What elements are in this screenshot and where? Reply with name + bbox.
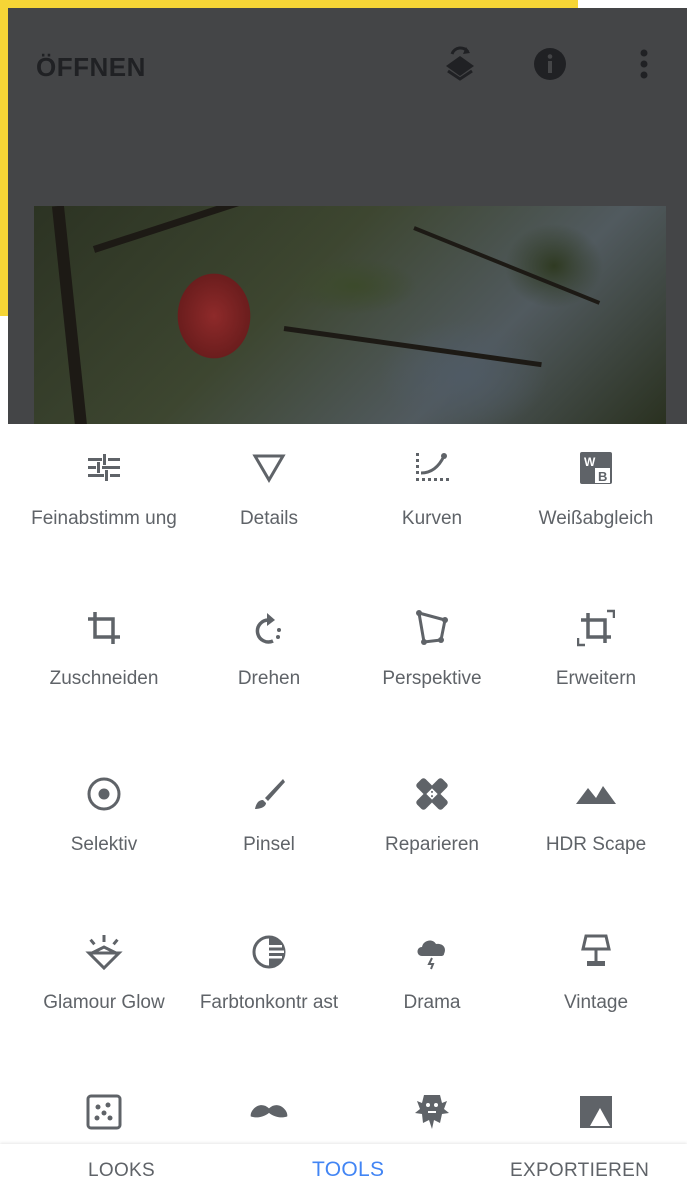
retrolux-mustache-icon bbox=[249, 1092, 289, 1132]
tool-glamour-glow[interactable]: Glamour Glow bbox=[18, 932, 190, 1015]
perspective-icon bbox=[412, 608, 452, 648]
rotate-icon bbox=[249, 608, 289, 648]
image-preview-area: ÖFFNEN bbox=[8, 8, 687, 424]
tool-healing[interactable]: Reparieren bbox=[346, 774, 518, 857]
layers-undo-icon[interactable] bbox=[442, 46, 478, 82]
tool-label: Perspektive bbox=[382, 668, 482, 689]
tool-crop[interactable]: Zuschneiden bbox=[18, 608, 190, 691]
tool-label: Drehen bbox=[237, 668, 301, 689]
tab-tools[interactable]: TOOLS bbox=[312, 1158, 384, 1182]
tool-label: Vintage bbox=[563, 992, 629, 1013]
tune-icon bbox=[84, 448, 124, 488]
tool-grunge[interactable] bbox=[346, 1092, 518, 1132]
healing-icon bbox=[412, 774, 452, 814]
tool-curves[interactable]: Kurven bbox=[346, 448, 518, 531]
more-vert-icon[interactable] bbox=[626, 46, 662, 82]
drama-cloud-icon bbox=[412, 932, 452, 972]
tool-label: Feinabstimm ung bbox=[31, 508, 177, 529]
tool-label: Farbtonkontr ast bbox=[199, 992, 339, 1013]
expand-icon bbox=[576, 608, 616, 648]
tool-black-white[interactable] bbox=[510, 1092, 682, 1132]
photo-preview bbox=[34, 206, 666, 424]
tool-label: HDR Scape bbox=[545, 834, 647, 855]
tool-vintage[interactable]: Vintage bbox=[510, 932, 682, 1015]
tool-drama[interactable]: Drama bbox=[346, 932, 518, 1015]
tool-label: Erweitern bbox=[555, 668, 637, 689]
open-button[interactable]: ÖFFNEN bbox=[36, 52, 146, 83]
tool-brush[interactable]: Pinsel bbox=[183, 774, 355, 857]
svg-text:W: W bbox=[584, 455, 596, 469]
grainy-film-icon bbox=[84, 1092, 124, 1132]
tools-grid: Feinabstimm ung Details Kurven W B Weißa… bbox=[0, 424, 687, 1144]
tool-label: Zuschneiden bbox=[49, 668, 159, 689]
tool-tonal-contrast[interactable]: Farbtonkontr ast bbox=[183, 932, 355, 1015]
tool-hdr-scape[interactable]: HDR Scape bbox=[510, 774, 682, 857]
tab-export[interactable]: EXPORTIEREN bbox=[510, 1160, 649, 1182]
selective-icon bbox=[84, 774, 124, 814]
black-white-icon bbox=[576, 1092, 616, 1132]
tonal-contrast-icon bbox=[249, 932, 289, 972]
tab-looks[interactable]: LOOKS bbox=[88, 1160, 155, 1182]
brush-icon bbox=[249, 774, 289, 814]
tool-label: Drama bbox=[403, 992, 461, 1013]
grunge-icon bbox=[412, 1092, 452, 1132]
highlight-edge bbox=[0, 296, 8, 316]
hdr-mountains-icon bbox=[576, 774, 616, 814]
tool-label: Reparieren bbox=[385, 834, 479, 855]
tool-label: Selektiv bbox=[70, 834, 138, 855]
vintage-lamp-icon bbox=[576, 932, 616, 972]
curves-icon bbox=[412, 448, 452, 488]
info-icon[interactable] bbox=[532, 46, 568, 82]
tool-expand[interactable]: Erweitern bbox=[510, 608, 682, 691]
tool-label: Weißabgleich bbox=[538, 508, 654, 529]
tool-details[interactable]: Details bbox=[183, 448, 355, 531]
crop-icon bbox=[84, 608, 124, 648]
tool-label: Kurven bbox=[401, 508, 463, 529]
tool-selective[interactable]: Selektiv bbox=[18, 774, 190, 857]
svg-text:B: B bbox=[598, 469, 607, 484]
bottom-navigation: LOOKS TOOLS EXPORTIEREN bbox=[0, 1144, 687, 1200]
tool-tune[interactable]: Feinabstimm ung bbox=[18, 448, 190, 531]
white-balance-icon: W B bbox=[576, 448, 616, 488]
tool-white-balance[interactable]: W B Weißabgleich bbox=[510, 448, 682, 531]
tool-label: Details bbox=[239, 508, 299, 529]
tool-grainy-film[interactable] bbox=[18, 1092, 190, 1132]
tool-retrolux[interactable] bbox=[183, 1092, 355, 1132]
glamour-glow-icon bbox=[84, 932, 124, 972]
tool-label: Pinsel bbox=[243, 834, 295, 855]
tool-label: Glamour Glow bbox=[43, 992, 165, 1013]
details-triangle-icon bbox=[249, 448, 289, 488]
tool-rotate[interactable]: Drehen bbox=[183, 608, 355, 691]
tool-perspective[interactable]: Perspektive bbox=[346, 608, 518, 691]
